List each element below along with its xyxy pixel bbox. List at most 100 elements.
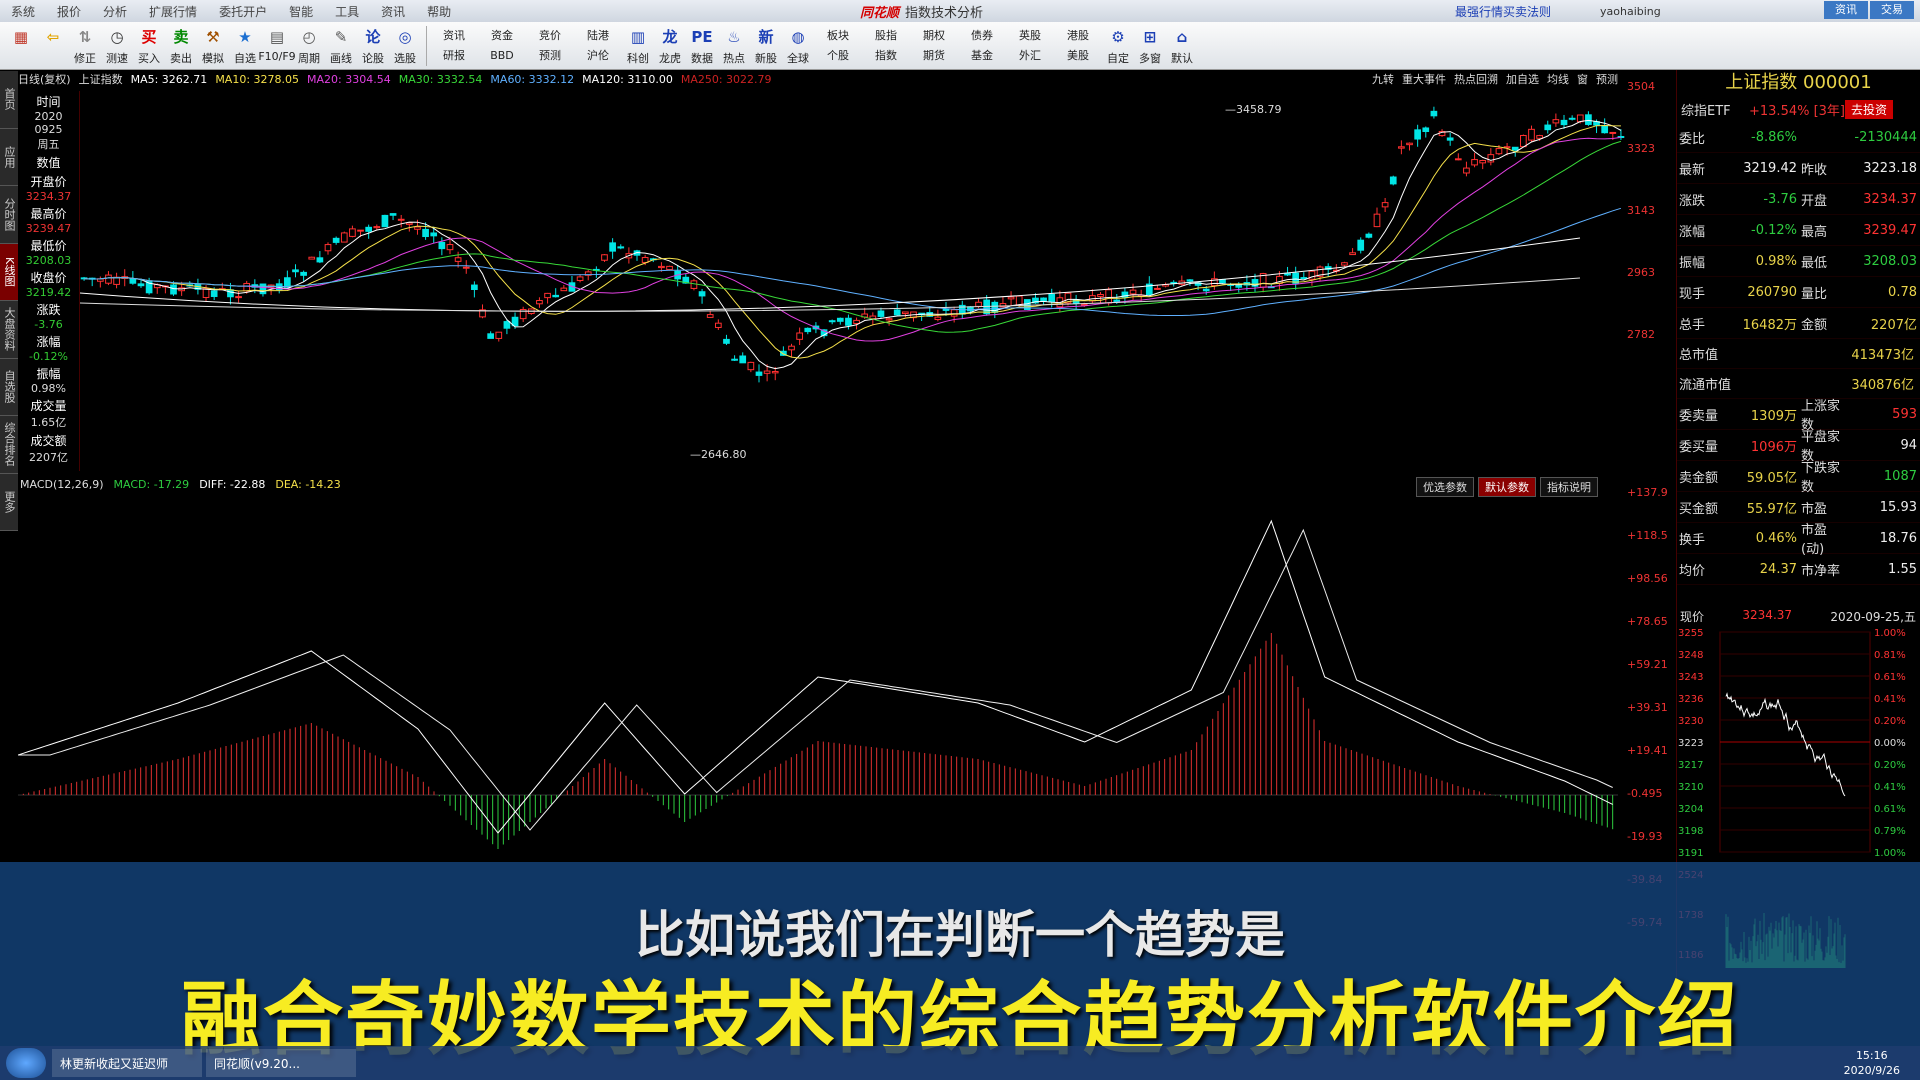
toolbar-link[interactable]: BBD <box>490 46 514 66</box>
toolbar-button[interactable]: 卖卖出 <box>166 22 196 70</box>
menu-item[interactable]: 分析 <box>92 3 138 20</box>
toolbar-link[interactable]: 竞价 <box>539 26 561 46</box>
kline-chart[interactable]: —3458.79 —2646.80 <box>80 88 1625 478</box>
chart-tool-link[interactable]: 重大事件 <box>1402 73 1446 86</box>
toolbar-link[interactable]: 股指 <box>875 26 897 46</box>
toolbar-link[interactable]: 指数 <box>875 46 897 66</box>
toolbar-button[interactable]: ◍ 全球 <box>783 22 813 70</box>
menu-item[interactable]: 系统 <box>0 3 46 20</box>
side-tab[interactable]: 分时图 <box>0 186 18 244</box>
side-tab[interactable]: 更多 <box>0 474 18 531</box>
menu-item[interactable]: 委托开户 <box>208 3 278 20</box>
low-annotation: —2646.80 <box>690 448 747 461</box>
chart-icon: ▥ <box>630 28 646 46</box>
chart-tool-link[interactable]: 九转 <box>1372 73 1394 86</box>
taskbar-item[interactable]: 林更新收起又延迟师 <box>52 1049 202 1077</box>
toolbar-link[interactable]: 资金 <box>491 26 513 46</box>
invest-button[interactable]: 去投资 <box>1845 99 1894 119</box>
quote-label: 金额 <box>1801 317 1828 333</box>
ma-label: MA20: 3304.54 <box>307 72 391 86</box>
toolbar-button[interactable]: ✎ 画线 <box>326 22 356 70</box>
toolbar-button[interactable]: 买买入 <box>134 22 164 70</box>
candlestick <box>1357 237 1365 254</box>
price-tick: 3143 <box>1627 204 1655 217</box>
menu-item[interactable]: 扩展行情 <box>138 3 208 20</box>
menu-item[interactable]: 智能 <box>278 3 324 20</box>
toolbar-link[interactable]: 外汇 <box>1019 46 1041 66</box>
menu-item[interactable]: 资讯 <box>370 3 416 20</box>
toolbar-link[interactable]: 英股 <box>1019 26 1041 46</box>
toolbar-button[interactable]: ⚒ 模拟 <box>198 22 228 70</box>
toolbar-link[interactable]: 期货 <box>923 46 945 66</box>
toolbar-pair: 竞价 预测 <box>527 22 573 70</box>
quote-label: 最低 <box>1801 255 1828 271</box>
side-tab[interactable]: K线图 <box>0 243 18 301</box>
candlestick <box>1381 197 1389 213</box>
candlestick <box>1154 285 1161 291</box>
candlestick <box>1072 294 1080 310</box>
toolbar-link[interactable]: 板块 <box>827 26 849 46</box>
taskbar-item[interactable]: 同花顺(v9.20... <box>206 1049 356 1077</box>
quote-label: 量比 <box>1801 286 1828 302</box>
toolbar-button[interactable]: ▦ <box>6 22 36 70</box>
menu-item[interactable]: 帮助 <box>416 3 462 20</box>
menu-item[interactable]: 工具 <box>324 3 370 20</box>
macd-tick: +19.41 <box>1627 744 1668 757</box>
toolbar-button[interactable]: 新新股 <box>751 22 781 70</box>
chart-tool-link[interactable]: 加自选 <box>1506 73 1539 86</box>
side-tab[interactable]: 首页 <box>0 71 18 129</box>
toolbar-button[interactable]: 论论股 <box>358 22 388 70</box>
toolbar-button-label: 科创 <box>627 52 649 65</box>
promo-link[interactable]: 最强行情买卖法则 <box>1455 3 1551 20</box>
toolbar-button[interactable]: ⊞ 多窗 <box>1135 22 1165 70</box>
toolbar-link[interactable]: 个股 <box>827 46 849 66</box>
toolbar-button[interactable]: ◎ 选股 <box>390 22 420 70</box>
toolbar-link[interactable]: 美股 <box>1067 46 1089 66</box>
toolbar-link[interactable]: 沪伦 <box>587 46 609 66</box>
toolbar-button[interactable]: ◴ 周期 <box>294 22 324 70</box>
toolbar-button[interactable]: PE 数据 <box>687 22 717 70</box>
toolbar-button[interactable]: ▥ 科创 <box>623 22 653 70</box>
candlestick <box>1365 232 1373 239</box>
news-button[interactable]: 资讯 <box>1824 1 1868 19</box>
toolbar-link[interactable]: 期权 <box>923 26 945 46</box>
chart-tool-link[interactable]: 窗 <box>1577 73 1588 86</box>
candlestick <box>714 319 722 330</box>
chart-tool-link[interactable]: 热点回溯 <box>1454 73 1498 86</box>
toolbar-button-label: 论股 <box>362 52 384 65</box>
quote-label: 开盘 <box>1801 193 1828 209</box>
period-label[interactable]: 日线(复权) <box>18 71 71 87</box>
start-button[interactable] <box>6 1048 46 1078</box>
toolbar-link[interactable]: 预测 <box>539 46 561 66</box>
candlestick <box>1552 113 1560 127</box>
toolbar-link[interactable]: 债券 <box>971 26 993 46</box>
menu-item[interactable]: 报价 <box>46 3 92 20</box>
toolbar-button-label: F10/F9 <box>258 50 296 63</box>
toolbar-button[interactable]: ⌂ 默认 <box>1167 22 1197 70</box>
toolbar-button[interactable]: ★ 自选 <box>230 22 260 70</box>
side-tab[interactable]: 自选股 <box>0 359 18 416</box>
quote-row: 最新 3219.42 昨收 3223.18 <box>1677 153 1920 184</box>
toolbar-button[interactable]: ⚙ 自定 <box>1103 22 1133 70</box>
toolbar-button[interactable]: ⇦ <box>38 22 68 70</box>
toolbar-button[interactable]: ⇅ 修正 <box>70 22 100 70</box>
chart-tool-link[interactable]: 均线 <box>1547 73 1569 86</box>
toolbar-link[interactable]: 研报 <box>443 46 465 66</box>
toolbar-button[interactable]: ▤ F10/F9 <box>258 22 295 70</box>
toolbar-link[interactable]: 资讯 <box>443 26 465 46</box>
toolbar-button[interactable]: ◷ 测速 <box>102 22 132 70</box>
etf-change: +13.54% [3年] <box>1749 103 1846 119</box>
toolbar-link[interactable]: 港股 <box>1067 26 1089 46</box>
info-value: 3239.47 <box>25 222 72 235</box>
side-tab[interactable]: 综合排名 <box>0 416 18 474</box>
toolbar-link[interactable]: 基金 <box>971 46 993 66</box>
chart-tool-link[interactable]: 预测 <box>1596 73 1618 86</box>
side-tab[interactable]: 大盘资料 <box>0 301 18 359</box>
trade-button[interactable]: 交易 <box>1870 1 1914 19</box>
info-key: 涨幅 <box>36 335 61 349</box>
toolbar-button[interactable]: 龙龙虎 <box>655 22 685 70</box>
candlestick <box>397 214 405 228</box>
toolbar-button[interactable]: ♨ 热点 <box>719 22 749 70</box>
toolbar-link[interactable]: 陆港 <box>587 26 609 46</box>
side-tab[interactable]: 应用 <box>0 129 18 186</box>
